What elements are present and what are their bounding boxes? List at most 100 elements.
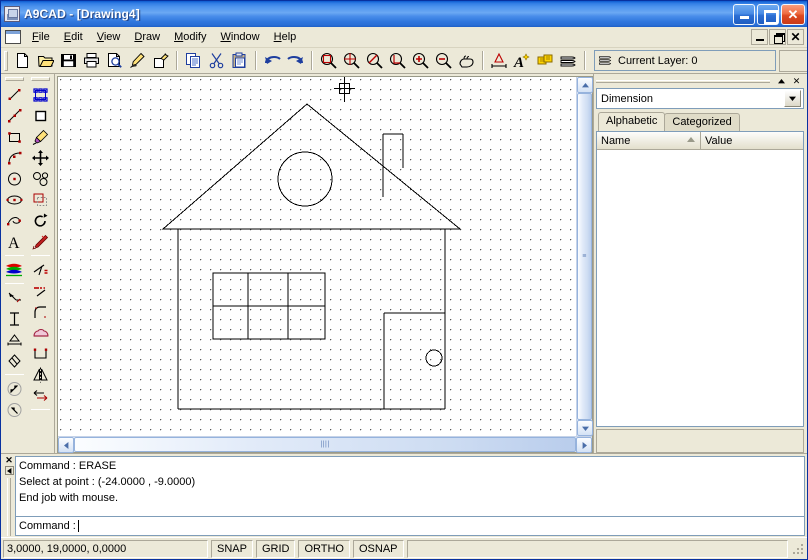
horizontal-scroll-thumb[interactable]: |||| [74, 437, 576, 452]
paste-icon[interactable] [228, 50, 251, 72]
stretch-tool[interactable] [29, 385, 52, 406]
status-toggle-ortho[interactable]: ORTHO [298, 540, 350, 558]
save-icon[interactable] [57, 50, 80, 72]
arc-tool[interactable] [3, 147, 26, 168]
copy-object-tool[interactable] [29, 168, 52, 189]
new-icon[interactable] [11, 50, 34, 72]
zoom-extents-icon[interactable] [386, 50, 409, 72]
array-tool[interactable] [29, 189, 52, 210]
scroll-left-button[interactable] [58, 437, 74, 453]
pen-icon[interactable] [126, 50, 149, 72]
radius-dimension-tool[interactable] [3, 378, 26, 399]
mirror-tool[interactable] [29, 364, 52, 385]
menu-view[interactable]: View [90, 29, 128, 45]
select-tool[interactable] [29, 84, 52, 105]
layers-icon[interactable] [557, 50, 580, 72]
ellipse-tool[interactable] [3, 189, 26, 210]
text-style-icon[interactable]: A [511, 50, 534, 72]
properties-grid[interactable]: Name Value [596, 131, 804, 427]
zoom-previous-icon[interactable] [363, 50, 386, 72]
chevron-down-icon[interactable] [784, 90, 801, 107]
redo-icon[interactable] [284, 50, 307, 72]
status-toggle-grid[interactable]: GRID [256, 540, 296, 558]
extend-tool[interactable] [29, 280, 52, 301]
circle-tool[interactable] [3, 168, 26, 189]
menu-file[interactable]: FFileile [25, 29, 57, 45]
command-window-close-button[interactable]: ✕ [5, 456, 13, 465]
diameter-dimension-tool[interactable] [3, 399, 26, 420]
menu-window[interactable]: Window [213, 29, 266, 45]
mdi-restore-button[interactable] [769, 29, 786, 45]
chamfer-tool[interactable] [29, 322, 52, 343]
object-type-combobox[interactable]: Dimension [596, 88, 804, 109]
spline-tool[interactable] [3, 210, 26, 231]
linear-dimension-tool[interactable] [3, 308, 26, 329]
window-minimize-button[interactable] [733, 4, 755, 25]
current-layer-display[interactable]: Current Layer: 0 [594, 50, 776, 71]
move-tool[interactable] [29, 147, 52, 168]
tab-categorized[interactable]: Categorized [664, 113, 739, 131]
undo-icon[interactable] [261, 50, 284, 72]
menu-draw[interactable]: Draw [127, 29, 167, 45]
dimension-style-icon[interactable] [488, 50, 511, 72]
panel-close-button[interactable]: ✕ [790, 75, 803, 87]
line-tool[interactable] [3, 84, 26, 105]
window-resize-grip[interactable] [791, 542, 805, 556]
menu-edit[interactable]: Edit [57, 29, 90, 45]
status-toggle-osnap[interactable]: OSNAP [353, 540, 404, 558]
column-header-value[interactable]: Value [701, 132, 803, 149]
mdi-close-button[interactable]: ✕ [787, 29, 804, 45]
panel-collapse-button[interactable] [775, 75, 788, 87]
mdi-minimize-button[interactable] [751, 29, 768, 45]
open-icon[interactable] [34, 50, 57, 72]
palette-grip[interactable] [31, 77, 50, 81]
scroll-right-button[interactable] [576, 437, 592, 453]
print-preview-icon[interactable] [103, 50, 126, 72]
command-history[interactable]: Command : ERASE Select at point : (-24.0… [15, 456, 805, 517]
print-icon[interactable] [80, 50, 103, 72]
command-window-grip[interactable] [7, 478, 11, 536]
leader-tool[interactable] [3, 287, 26, 308]
toolbar-grip[interactable] [4, 51, 8, 71]
scroll-down-button[interactable] [577, 420, 593, 436]
panel-grip[interactable] [596, 80, 770, 83]
column-header-name[interactable]: Name [597, 132, 701, 149]
explode-tool[interactable] [29, 231, 52, 252]
pan-icon[interactable] [455, 50, 478, 72]
menu-modify[interactable]: Modify [167, 29, 213, 45]
aligned-dimension-tool[interactable] [3, 329, 26, 350]
document-icon[interactable] [5, 30, 21, 44]
zoom-window-icon[interactable] [317, 50, 340, 72]
copy-icon[interactable] [182, 50, 205, 72]
zoom-all-icon[interactable] [340, 50, 363, 72]
cut-icon[interactable] [205, 50, 228, 72]
canvas-vertical-scrollbar[interactable]: ≡ [576, 77, 592, 436]
scroll-up-button[interactable] [577, 77, 593, 93]
zoom-out-icon[interactable] [432, 50, 455, 72]
properties-grid-rows[interactable] [597, 150, 803, 426]
window-maximize-button[interactable] [757, 4, 779, 25]
paint-format-icon[interactable] [149, 50, 172, 72]
drawing-canvas[interactable] [58, 77, 576, 436]
offset-tool[interactable] [29, 343, 52, 364]
erase-tool[interactable] [29, 126, 52, 147]
gradient-tool[interactable] [3, 259, 26, 280]
polyline-tool[interactable] [3, 105, 26, 126]
window-close-button[interactable]: ✕ [781, 4, 805, 25]
layer-properties-icon[interactable] [534, 50, 557, 72]
text-tool[interactable]: A [3, 231, 26, 252]
tab-alphabetic[interactable]: Alphabetic [598, 112, 665, 131]
rotate-tool[interactable] [29, 210, 52, 231]
trim-tool[interactable] [29, 259, 52, 280]
palette-grip[interactable] [5, 77, 24, 81]
command-input-row[interactable]: Command : [15, 517, 805, 536]
command-window-pin-button[interactable] [5, 466, 14, 475]
vertical-scroll-thumb[interactable]: ≡ [577, 93, 592, 420]
fillet-tool[interactable] [29, 301, 52, 322]
rectangle-tool[interactable] [3, 126, 26, 147]
status-toggle-snap[interactable]: SNAP [211, 540, 253, 558]
zoom-in-icon[interactable] [409, 50, 432, 72]
angular-dimension-tool[interactable] [3, 350, 26, 371]
solid-rectangle-tool[interactable] [29, 105, 52, 126]
canvas-horizontal-scrollbar[interactable]: |||| [58, 436, 592, 452]
